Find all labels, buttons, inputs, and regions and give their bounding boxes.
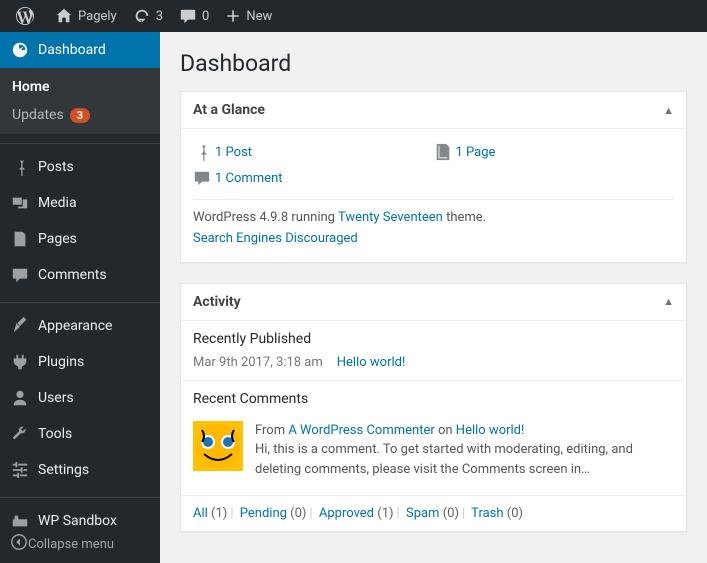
sidebar-separator [0,139,160,144]
updates-badge: 3 [70,108,90,123]
appearance-icon [10,316,30,336]
activity-title: Activity [193,294,241,310]
filter-trash[interactable]: Trash [471,506,503,521]
collapse-icon [10,533,28,555]
dashboard-submenu: Home Updates3 [0,68,160,134]
sidebar-item-comments[interactable]: Comments [0,257,160,293]
glance-widget: At a Glance ▲ 1 Post 1 Page 1 Comment Wor… [180,91,687,263]
seo-discouraged-link[interactable]: Search Engines Discouraged [193,231,358,246]
glance-title-row: At a Glance ▲ [181,92,686,129]
version-info: WordPress 4.9.8 running Twenty Seventeen… [193,199,674,250]
tools-icon [10,424,30,444]
collapse-toggle[interactable]: ▲ [663,295,674,308]
updates-count: 3 [156,9,163,24]
filter-all[interactable]: All [193,506,208,521]
sidebar-item-users[interactable]: Users [0,380,160,416]
sidebar-item-settings[interactable]: Settings [0,452,160,488]
sidebar-separator [0,298,160,303]
comment-post-link[interactable]: Hello world! [456,423,525,438]
plus-icon [225,8,241,24]
sidebar-item-plugins[interactable]: Plugins [0,344,160,380]
sidebar-item-posts[interactable]: Posts [0,149,160,185]
sidebar-item-pages[interactable]: Pages [0,221,160,257]
update-icon [133,7,151,25]
comment-author-link[interactable]: A WordPress Commenter [288,423,434,438]
filter-approved[interactable]: Approved [319,506,374,521]
filter-pending[interactable]: Pending [240,506,287,521]
collapse-toggle[interactable]: ▲ [663,104,674,117]
recent-comments-heading: Recent Comments [193,391,674,407]
glance-pages-link[interactable]: 1 Page [456,145,496,160]
page-title: Dashboard [180,32,687,91]
activity-widget: Activity ▲ Recently Published Mar 9th 201… [180,283,687,533]
site-name: Pagely [78,9,117,24]
wp-logo[interactable] [8,0,47,32]
sidebar-item-dashboard[interactable]: Dashboard [0,32,160,68]
theme-link[interactable]: Twenty Seventeen [338,210,443,225]
recently-published-heading: Recently Published [193,331,674,347]
comment-icon [193,169,215,187]
sidebar-separator [0,493,160,498]
activity-title-row: Activity ▲ [181,284,686,321]
sidebar-subitem-updates[interactable]: Updates3 [0,101,160,129]
site-name-link[interactable]: Pagely [47,0,125,32]
wordpress-icon [16,7,34,25]
plugin-icon [10,352,30,372]
pin-icon [10,157,30,177]
new-label: New [246,9,272,24]
avatar [193,421,243,471]
collapse-menu-button[interactable]: Collapse menu [0,525,160,563]
new-content-link[interactable]: New [217,0,280,32]
sidebar-item-tools[interactable]: Tools [0,416,160,452]
glance-posts-link[interactable]: 1 Post [215,145,252,160]
glance-comments-link[interactable]: 1 Comment [215,171,283,186]
glance-title: At a Glance [193,102,265,118]
media-icon [10,193,30,213]
comment-row: From A WordPress Commenter on Hello worl… [193,415,674,486]
comments-icon [10,265,30,285]
comments-link[interactable]: 0 [171,0,217,32]
comment-excerpt: Hi, this is a comment. To get started wi… [255,442,633,477]
page-icon [434,143,456,161]
publish-date: Mar 9th 2017, 3:18 am [193,355,323,370]
pin-icon [193,143,215,161]
filter-spam[interactable]: Spam [406,506,440,521]
sidebar-item-media[interactable]: Media [0,185,160,221]
sidebar-subitem-home[interactable]: Home [0,73,160,101]
users-icon [10,388,30,408]
sidebar-label-dashboard: Dashboard [38,42,106,58]
comment-filters: All (1)| Pending (0)| Approved (1)| Spam… [181,496,686,531]
updates-link[interactable]: 3 [125,0,171,32]
comment-icon [179,7,197,25]
settings-icon [10,460,30,480]
dashboard-icon [10,40,30,60]
pages-icon [10,229,30,249]
publish-post-link[interactable]: Hello world! [337,355,406,370]
comments-count: 0 [202,9,209,24]
home-icon [55,7,73,25]
sidebar-item-appearance[interactable]: Appearance [0,308,160,344]
